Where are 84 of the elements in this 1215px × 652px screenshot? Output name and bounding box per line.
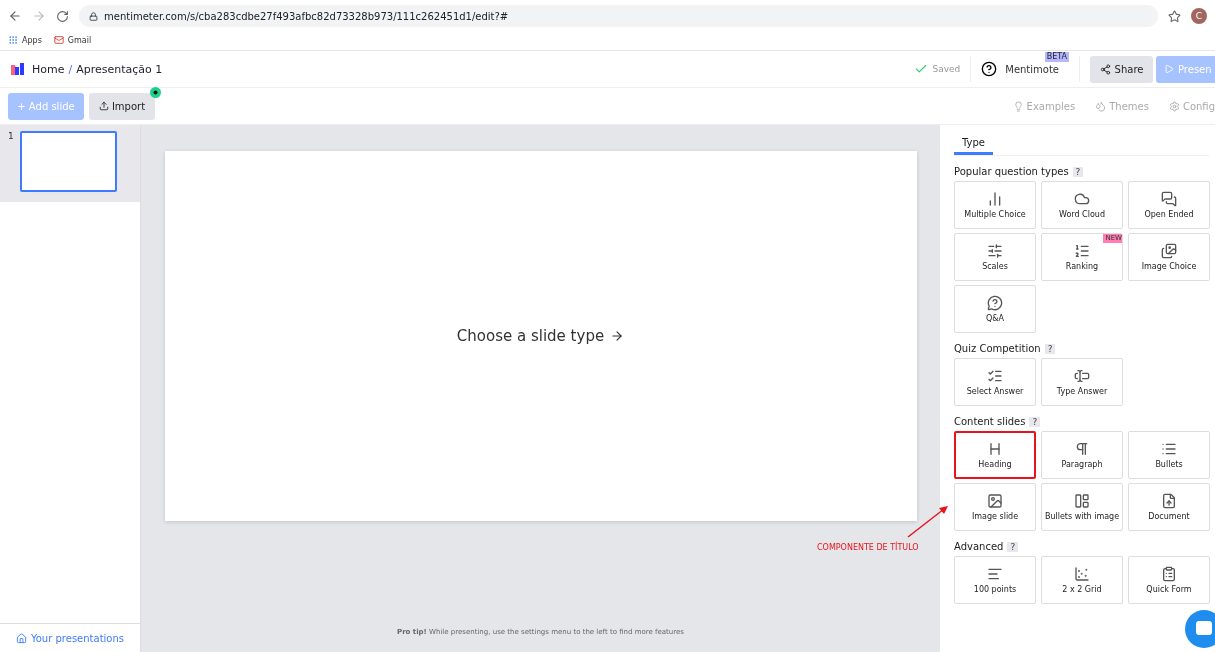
slide-canvas[interactable]: Choose a slide type — [164, 151, 917, 521]
panel-tab[interactable]: Type — [954, 133, 993, 155]
dot-badge-icon — [150, 86, 161, 98]
bar-chart-icon — [987, 191, 1003, 207]
document-upload-icon — [1161, 493, 1177, 509]
arrow-icon — [610, 329, 625, 343]
sliders-icon — [987, 243, 1003, 259]
presentation-title[interactable]: Apresentação 1 — [76, 62, 163, 76]
scatter-plot-icon — [1074, 566, 1090, 582]
image-icon — [987, 493, 1003, 509]
share-button[interactable]: Share — [1090, 55, 1153, 83]
annotation-label: COMPONENTE DE TÍTULO — [817, 543, 919, 552]
slide-type-tile[interactable]: Multiple Choice — [954, 181, 1036, 229]
slide-type-tile[interactable]: Bullets — [1128, 431, 1210, 479]
bullet-list-icon — [1161, 441, 1177, 457]
slide-number: 1 — [8, 131, 14, 143]
chat-bubble-icon[interactable] — [1185, 610, 1215, 648]
section-title: Quiz Competition — [954, 343, 1041, 354]
slide-type-tile[interactable]: Quick Form — [1128, 556, 1210, 604]
bookmark-link[interactable]: Apps — [8, 35, 42, 45]
address-bar[interactable]: mentimeter.com/s/cba283cdbe27f493afbc82d73328b973/111c262451d1/edit?# — [79, 5, 1158, 27]
cloud-icon — [1074, 191, 1090, 207]
your-presentations-link[interactable]: Your presentations — [15, 632, 124, 644]
slide-type-tile[interactable]: Image slide — [954, 483, 1036, 531]
heading-icon — [987, 441, 1003, 457]
saved-status: Saved — [932, 64, 961, 74]
mail-icon — [53, 35, 64, 45]
profile-avatar[interactable]: C — [1191, 8, 1207, 24]
grid-icon — [8, 35, 18, 45]
slide-type-tile[interactable]: Select Answer — [954, 358, 1036, 406]
slide-type-tile[interactable]: 2 x 2 Grid — [1041, 556, 1123, 604]
slide-type-tile[interactable]: Word Cloud — [1041, 181, 1123, 229]
settings-icon — [1168, 100, 1180, 112]
numbered-list-icon — [1074, 243, 1090, 259]
help-badge[interactable]: ? — [1029, 416, 1041, 427]
checklist-icon — [987, 368, 1003, 384]
slide-type-tile[interactable]: Type Answer — [1041, 358, 1123, 406]
mentimote-link[interactable]: Mentimote — [1005, 63, 1059, 75]
slide-type-tile[interactable]: Bullets with image — [1041, 483, 1123, 531]
lines-icon — [987, 566, 1003, 582]
section-title: Content slides — [954, 416, 1026, 427]
slide-type-tile[interactable]: Scales — [954, 233, 1036, 281]
home-link[interactable]: Home — [32, 62, 65, 76]
choose-slide-type-prompt[interactable]: Choose a slide type — [456, 327, 625, 345]
url-text: mentimeter.com/s/cba283cdbe27f493afbc82d73328b973/111c262451d1/edit?# — [104, 10, 509, 22]
help-badge[interactable]: ? — [1044, 343, 1056, 354]
slide-type-tile[interactable]: Document — [1128, 483, 1210, 531]
reload-icon[interactable] — [56, 9, 69, 23]
slide-type-tile[interactable]: Q&A — [954, 285, 1036, 333]
paragraph-icon — [1074, 441, 1090, 457]
help-badge[interactable]: ? — [1007, 541, 1019, 552]
slide-type-tile[interactable]: Image Choice — [1128, 233, 1210, 281]
clipboard-icon — [1161, 566, 1177, 582]
home-icon — [15, 632, 27, 644]
annotation-arrow — [906, 503, 950, 539]
import-button[interactable]: Import — [89, 92, 155, 120]
share-icon — [1099, 63, 1111, 75]
slide-thumbnail[interactable] — [19, 131, 117, 192]
slide-type-tile[interactable]: Open Ended — [1128, 181, 1210, 229]
lock-icon — [89, 11, 98, 21]
check-icon — [914, 62, 929, 76]
section-title: Popular question types — [954, 166, 1069, 177]
section-title: Advanced — [954, 541, 1004, 552]
logo-icon — [10, 61, 26, 77]
bookmark-link[interactable]: Gmail — [53, 35, 92, 45]
slide-type-tile[interactable]: Paragraph — [1041, 431, 1123, 479]
upload-icon — [98, 101, 109, 111]
back-icon[interactable] — [8, 9, 22, 23]
help-badge[interactable]: ? — [1072, 166, 1084, 177]
slide-type-tile[interactable]: Heading — [954, 431, 1036, 479]
slide-list-item[interactable]: 1 — [0, 125, 140, 202]
speech-bubbles-icon — [1161, 191, 1177, 207]
beta-badge: BETA — [1044, 51, 1069, 62]
layout-icon — [1074, 493, 1090, 509]
lightbulb-icon — [1012, 100, 1024, 112]
question-bubble-icon — [987, 295, 1003, 311]
slide-type-tile[interactable]: 100 points — [954, 556, 1036, 604]
play-icon — [1164, 64, 1174, 74]
star-icon[interactable] — [1168, 9, 1181, 23]
images-icon — [1161, 243, 1177, 259]
help-icon[interactable] — [981, 61, 998, 77]
breadcrumb-separator: / — [68, 62, 73, 76]
text-input-icon — [1074, 368, 1090, 384]
droplet-icon — [1095, 100, 1107, 112]
